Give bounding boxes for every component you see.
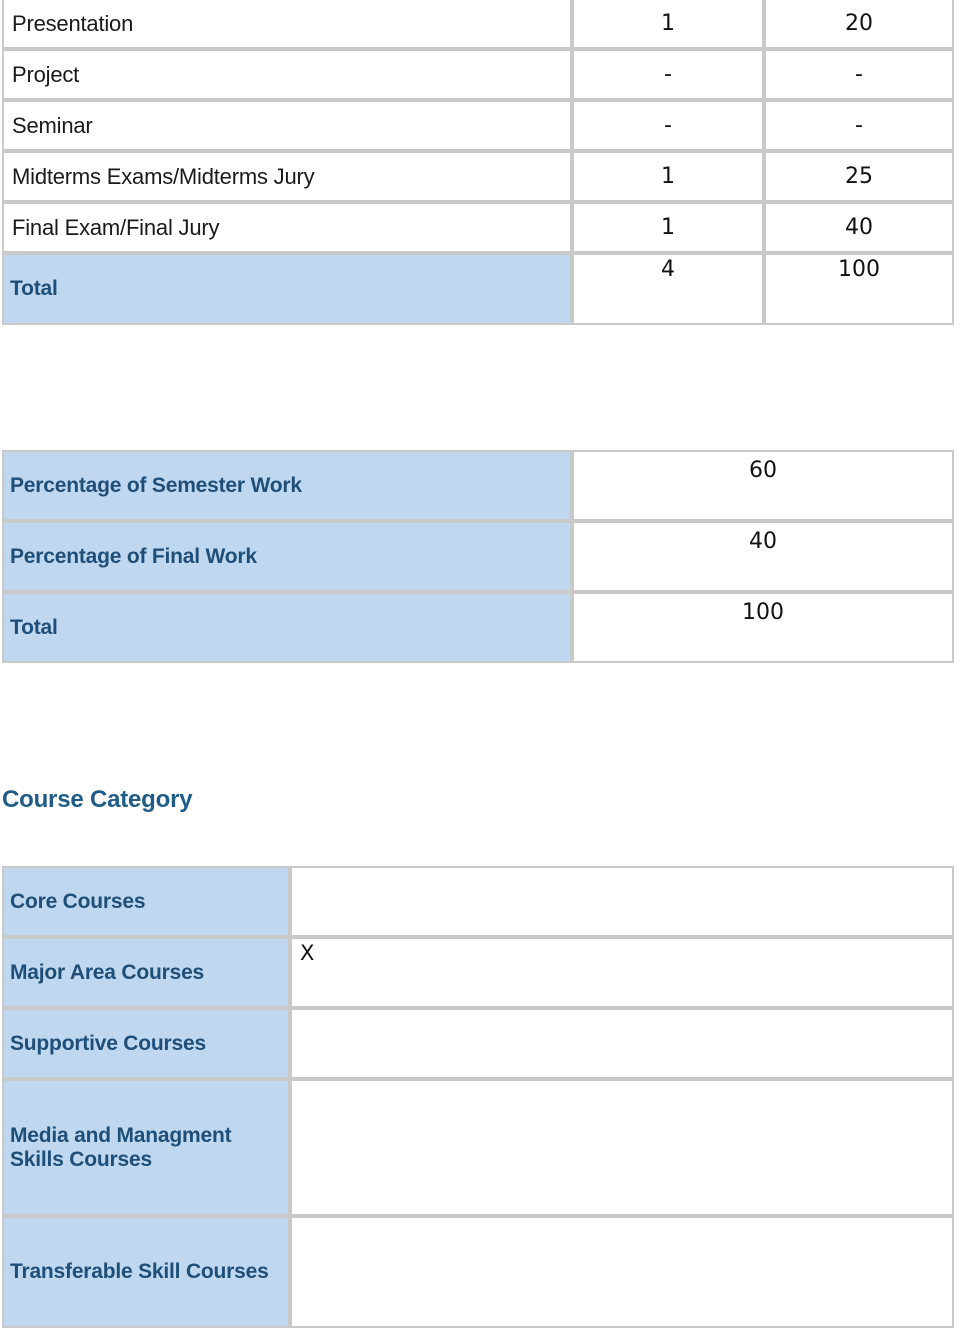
- assessment-contribution: -: [764, 49, 954, 100]
- table-row: Supportive Courses: [2, 1008, 954, 1079]
- table-row-total: Total 100: [2, 592, 954, 663]
- assessment-label: Midterms Exams/Midterms Jury: [2, 151, 572, 202]
- percentage-label: Percentage of Semester Work: [2, 450, 572, 521]
- course-category-table: Core Courses Major Area Courses X Suppor…: [2, 866, 954, 1328]
- table-row: Media and Managment Skills Courses: [2, 1079, 954, 1216]
- assessment-table: Presentation 1 20 Project - - Seminar - …: [2, 0, 954, 325]
- table-row: Project - -: [2, 49, 954, 100]
- course-category-label: Core Courses: [2, 866, 290, 937]
- assessment-label: Project: [2, 49, 572, 100]
- percentage-value: 40: [572, 521, 954, 592]
- course-category-heading: Course Category: [2, 786, 193, 813]
- table-row: Major Area Courses X: [2, 937, 954, 1008]
- table-row: Presentation 1 20: [2, 0, 954, 49]
- assessment-total-count: 4: [572, 253, 764, 325]
- assessment-count: 1: [572, 151, 764, 202]
- assessment-label: Presentation: [2, 0, 572, 49]
- table-row: Core Courses: [2, 866, 954, 937]
- course-category-label: Media and Managment Skills Courses: [2, 1079, 290, 1216]
- assessment-count: 1: [572, 202, 764, 253]
- table-row: Seminar - -: [2, 100, 954, 151]
- course-category-mark[interactable]: X: [290, 937, 954, 1008]
- assessment-contribution: 25: [764, 151, 954, 202]
- course-category-mark[interactable]: [290, 1079, 954, 1216]
- assessment-total-label: Total: [2, 253, 572, 325]
- course-category-label: Supportive Courses: [2, 1008, 290, 1079]
- assessment-total-contribution: 100: [764, 253, 954, 325]
- table-row: Percentage of Semester Work 60: [2, 450, 954, 521]
- percentage-table: Percentage of Semester Work 60 Percentag…: [2, 450, 954, 663]
- assessment-contribution: 20: [764, 0, 954, 49]
- assessment-count: 1: [572, 0, 764, 49]
- table-row: Final Exam/Final Jury 1 40: [2, 202, 954, 253]
- assessment-count: -: [572, 49, 764, 100]
- percentage-total-label: Total: [2, 592, 572, 663]
- table-row-total: Total 4 100: [2, 253, 954, 325]
- course-category-mark[interactable]: [290, 866, 954, 937]
- table-row: Midterms Exams/Midterms Jury 1 25: [2, 151, 954, 202]
- course-category-mark[interactable]: [290, 1008, 954, 1079]
- percentage-total-value: 100: [572, 592, 954, 663]
- course-category-label: Transferable Skill Courses: [2, 1216, 290, 1328]
- assessment-label: Final Exam/Final Jury: [2, 202, 572, 253]
- assessment-contribution: -: [764, 100, 954, 151]
- assessment-label: Seminar: [2, 100, 572, 151]
- course-category-mark[interactable]: [290, 1216, 954, 1328]
- percentage-label: Percentage of Final Work: [2, 521, 572, 592]
- document-page: Presentation 1 20 Project - - Seminar - …: [0, 0, 960, 1333]
- percentage-value: 60: [572, 450, 954, 521]
- table-row: Transferable Skill Courses: [2, 1216, 954, 1328]
- course-category-label: Major Area Courses: [2, 937, 290, 1008]
- table-row: Percentage of Final Work 40: [2, 521, 954, 592]
- assessment-count: -: [572, 100, 764, 151]
- assessment-contribution: 40: [764, 202, 954, 253]
